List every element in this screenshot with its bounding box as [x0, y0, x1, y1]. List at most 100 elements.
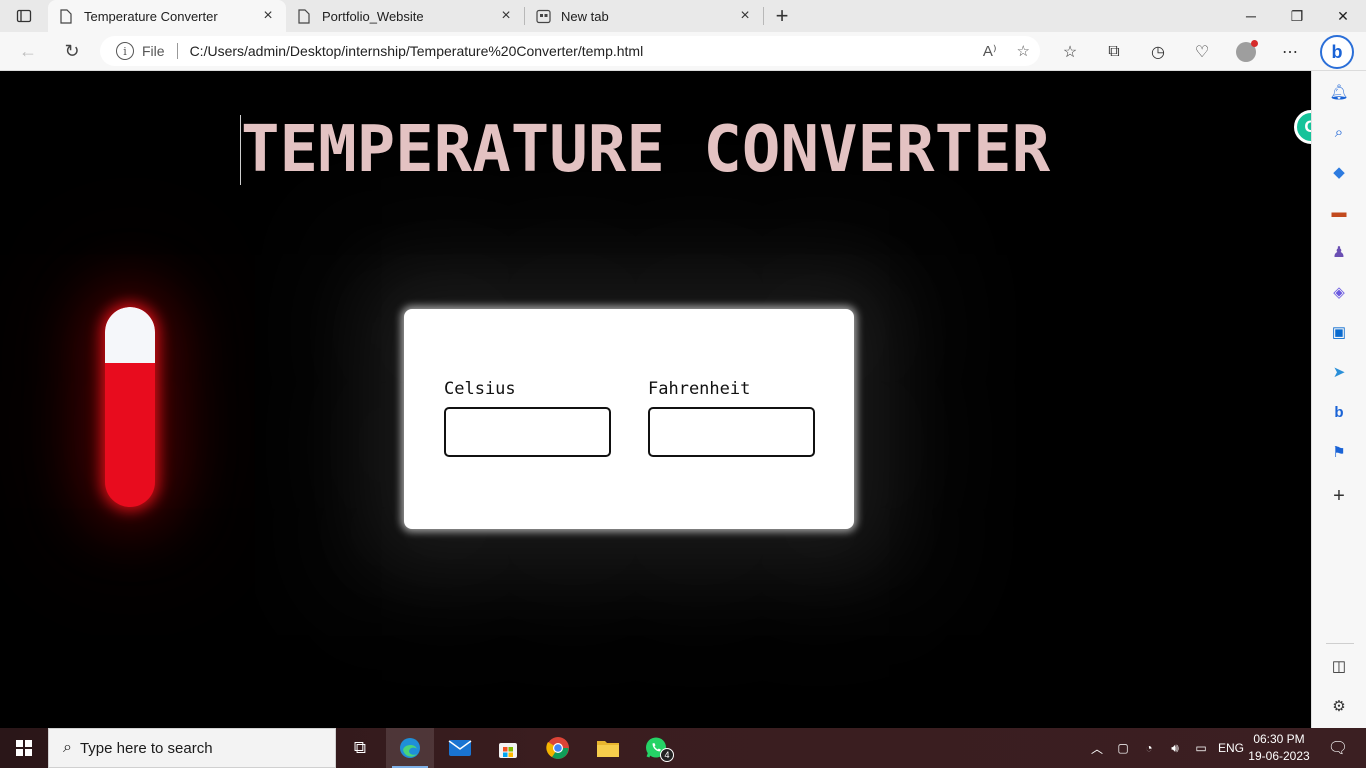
restore-button[interactable]: ❐ — [1274, 0, 1320, 32]
gear-icon[interactable]: ⚙ — [1326, 693, 1352, 719]
edge-sidebar: 🔔︎ ⌕ ◆ ▬ ♟ ◈ ▣ ➤ b ⚑ + ◫ ⚙ — [1311, 71, 1366, 728]
file-explorer-taskbar-button[interactable] — [584, 728, 632, 768]
converter-card: Celsius Fahrenheit — [404, 309, 854, 529]
chrome-icon — [546, 737, 569, 759]
page-title: TEMPERATURE CONVERTER — [240, 113, 1051, 187]
info-icon[interactable]: i — [116, 42, 134, 60]
plus-icon: + — [775, 3, 789, 28]
toolbar-right: ☆ ⧉ ◷ ♡ ⋯ — [1048, 32, 1312, 71]
wifi-icon[interactable]: ◔ — [1140, 741, 1158, 755]
history-icon: ◷ — [1151, 43, 1165, 61]
tab-temperature-converter[interactable]: Temperature Converter × — [48, 0, 286, 32]
volume-icon[interactable]: 🔊︎ — [1166, 741, 1184, 756]
clock-time: 06:30 PM — [1253, 732, 1305, 746]
taskbar-clock[interactable]: 06:30 PM 19-06-2023 — [1246, 731, 1312, 765]
celsius-input[interactable] — [444, 407, 611, 457]
search-icon[interactable]: ⌕ — [1326, 119, 1352, 145]
edge-taskbar-button[interactable] — [386, 728, 434, 768]
back-button[interactable]: ← — [8, 32, 48, 71]
close-icon[interactable]: × — [737, 7, 753, 24]
tools-briefcase-icon[interactable]: ▬ — [1326, 199, 1352, 225]
window-controls: ─ ❐ ✕ — [1228, 0, 1366, 32]
new-tab-button[interactable]: + — [764, 0, 800, 32]
notification-dot — [1251, 39, 1258, 47]
sidebar-divider — [1326, 643, 1354, 644]
minimize-button[interactable]: ─ — [1228, 0, 1274, 32]
history-button[interactable]: ◷ — [1136, 32, 1180, 71]
more-icon: ⋯ — [1282, 43, 1298, 61]
address-bar[interactable]: i File C:/Users/admin/Desktop/internship… — [100, 36, 1040, 66]
avatar — [1236, 39, 1258, 62]
refresh-button[interactable]: ↻ — [52, 32, 92, 71]
favorite-star-icon[interactable]: ☆ — [1017, 42, 1030, 60]
drop-send-icon[interactable]: ➤ — [1326, 359, 1352, 385]
bing-icon[interactable]: b — [1326, 399, 1352, 425]
tab-bar: Temperature Converter × Portfolio_Websit… — [0, 0, 1366, 32]
tab-title: New tab — [561, 8, 609, 24]
heartbeat-icon: ♡ — [1194, 43, 1210, 61]
page-icon — [58, 8, 74, 24]
bing-icon: b — [1331, 41, 1343, 62]
tab-actions-icon — [16, 9, 32, 23]
celsius-field: Celsius — [444, 379, 611, 457]
meet-now-icon[interactable]: ▢ — [1114, 741, 1132, 755]
shopping-tag-icon[interactable]: ◆ — [1326, 159, 1352, 185]
celsius-label: Celsius — [444, 379, 516, 399]
address-actions: A⁾ ☆ — [983, 42, 1030, 60]
fahrenheit-label: Fahrenheit — [648, 379, 751, 399]
close-icon[interactable]: × — [498, 7, 514, 24]
read-aloud-icon[interactable]: A⁾ — [983, 42, 997, 60]
scheme-label: File — [142, 43, 165, 59]
page-viewport: TEMPERATURE CONVERTER Celsius Fahrenheit — [0, 71, 1311, 728]
settings-more-button[interactable]: ⋯ — [1268, 32, 1312, 71]
notifications-bell-icon[interactable]: 🔔︎ — [1326, 79, 1352, 105]
mail-taskbar-button[interactable] — [436, 728, 484, 768]
store-taskbar-button[interactable] — [484, 728, 532, 768]
performance-button[interactable]: ♡ — [1180, 32, 1224, 71]
address-divider — [176, 43, 178, 59]
tab-title: Portfolio_Website — [322, 8, 424, 24]
profile-button[interactable] — [1224, 32, 1268, 71]
flag-icon[interactable]: ⚑ — [1326, 439, 1352, 465]
start-button[interactable] — [0, 728, 48, 768]
notification-center-button[interactable]: 🗨︎ — [1318, 728, 1358, 768]
outlook-icon[interactable]: ▣ — [1326, 319, 1352, 345]
language-indicator[interactable]: ENG — [1218, 741, 1244, 755]
chevron-up-icon[interactable]: ︿ — [1088, 740, 1106, 757]
store-icon — [499, 743, 517, 758]
favorites-icon: ☆ — [1062, 43, 1078, 61]
close-window-button[interactable]: ✕ — [1320, 0, 1366, 32]
task-view-button[interactable]: ⧉ — [336, 728, 384, 768]
system-tray: ︿ ▢ ◔ 🔊︎ ▭ ENG — [1088, 728, 1244, 768]
thermometer-empty-portion — [105, 307, 155, 363]
collections-button[interactable]: ⧉ — [1092, 32, 1136, 71]
battery-icon[interactable]: ▭ — [1192, 741, 1210, 755]
hide-sidebar-icon[interactable]: ◫ — [1326, 653, 1352, 679]
tab-actions-button[interactable] — [0, 0, 48, 32]
tab-portfolio-website[interactable]: Portfolio_Website × — [286, 0, 524, 32]
close-icon[interactable]: × — [260, 7, 276, 24]
address-bar-row: ← ↻ i File C:/Users/admin/Desktop/intern… — [0, 32, 1366, 71]
taskbar-search-box[interactable]: ⌕ Type here to search — [48, 728, 336, 768]
edge-icon — [400, 738, 420, 758]
bing-chat-button[interactable]: b — [1320, 35, 1354, 69]
microsoft365-icon[interactable]: ◈ — [1326, 279, 1352, 305]
fahrenheit-input[interactable] — [648, 407, 815, 457]
url-text[interactable]: C:/Users/admin/Desktop/internship/Temper… — [190, 43, 644, 59]
thermometer — [105, 307, 155, 507]
search-icon: ⌕ — [63, 739, 72, 756]
folder-icon — [597, 741, 619, 757]
refresh-icon: ↻ — [64, 40, 80, 61]
notification-icon: 🗨︎ — [1327, 740, 1349, 757]
games-icon[interactable]: ♟ — [1326, 239, 1352, 265]
clock-date: 19-06-2023 — [1248, 749, 1310, 763]
tab-new-tab[interactable]: New tab × — [525, 0, 763, 32]
tab-title: Temperature Converter — [84, 8, 218, 24]
chrome-taskbar-button[interactable] — [534, 728, 582, 768]
mail-icon — [448, 740, 472, 756]
favorites-button[interactable]: ☆ — [1048, 32, 1092, 71]
page-icon — [296, 8, 312, 24]
add-sidebar-item-icon[interactable]: + — [1326, 483, 1352, 509]
whatsapp-taskbar-button[interactable]: 4 — [632, 728, 680, 768]
task-view-icon: ⧉ — [353, 738, 367, 757]
